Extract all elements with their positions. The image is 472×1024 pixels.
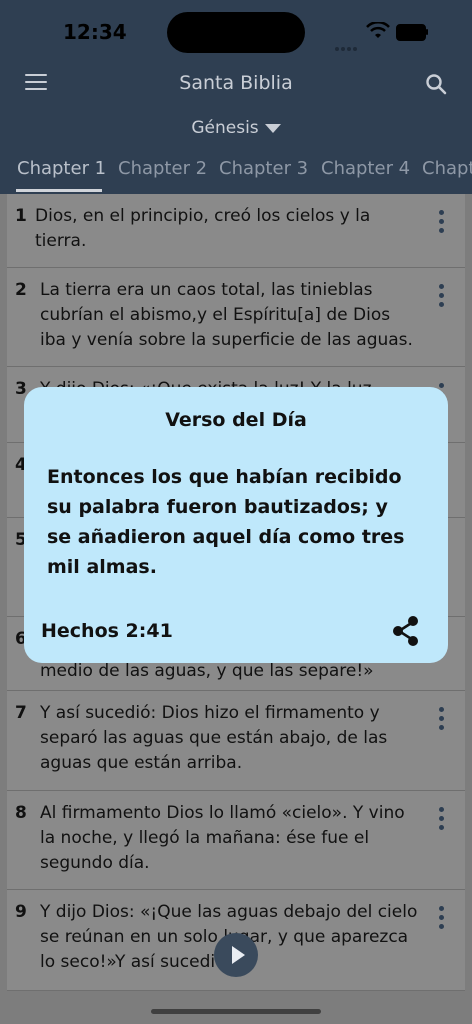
status-time: 12:34	[63, 20, 127, 44]
verse-number: 7	[15, 703, 27, 723]
play-icon	[232, 946, 245, 964]
wifi-icon	[366, 22, 390, 38]
list-item: 2 La tierra era un caos total, las tinie…	[7, 268, 465, 367]
status-bar: 12:34	[0, 0, 472, 64]
tab-chapter-3[interactable]: Chapter 3	[219, 158, 308, 179]
share-icon[interactable]	[391, 615, 421, 647]
verse-text: Al firmamento Dios lo llamó «cielo». Y v…	[40, 803, 405, 873]
more-options-icon[interactable]	[439, 284, 445, 308]
more-options-icon[interactable]	[439, 807, 445, 831]
play-audio-button[interactable]	[214, 933, 258, 977]
book-selector[interactable]: Génesis	[0, 118, 472, 138]
verse-number: 8	[15, 803, 27, 823]
home-indicator[interactable]	[151, 1009, 321, 1014]
verse-text: Dios, en el principio, creó los cielos y…	[35, 206, 371, 251]
more-options-icon[interactable]	[439, 707, 445, 731]
dynamic-island	[167, 12, 305, 53]
verse-number: 1	[15, 206, 27, 226]
cellular-signal-icon	[335, 36, 359, 51]
more-options-icon[interactable]	[439, 906, 445, 930]
popup-title: Verso del Día	[165, 409, 307, 431]
verse-text: Y así sucedió: Dios hizo el firmamento y…	[40, 703, 388, 773]
verse-number: 9	[15, 902, 27, 922]
list-item: 8 Al firmamento Dios lo llamó «cielo». Y…	[7, 791, 465, 890]
tab-chapter-2[interactable]: Chapter 2	[118, 158, 207, 179]
tab-chapter-1[interactable]: Chapter 1	[17, 158, 106, 179]
more-options-icon[interactable]	[439, 210, 445, 234]
popup-reference: Hechos 2:41	[41, 620, 173, 642]
app-bar: Santa Biblia	[0, 64, 472, 108]
search-icon[interactable]	[424, 72, 448, 96]
popup-verse-text: Entonces los que habían recibido su pala…	[47, 466, 405, 578]
active-tab-indicator	[16, 189, 102, 192]
chevron-down-icon	[264, 123, 281, 133]
list-item: 7 Y así sucedió: Dios hizo el firmamento…	[7, 691, 465, 791]
book-selector-label: Génesis	[191, 118, 259, 138]
list-item: 1 Dios, en el principio, creó los cielos…	[7, 194, 465, 268]
verse-number: 2	[15, 280, 27, 300]
tab-chapter-4[interactable]: Chapter 4	[321, 158, 410, 179]
book-chapter-bar: Génesis Chapter 1 Chapter 2 Chapter 3 Ch…	[0, 108, 472, 194]
verse-text: La tierra era un caos total, las tiniebl…	[40, 280, 413, 350]
battery-icon	[396, 24, 429, 41]
app-title: Santa Biblia	[179, 72, 293, 94]
tab-chapter-5[interactable]: Chapt	[422, 158, 472, 179]
verse-of-day-popup: Verso del Día Entonces los que habían re…	[24, 387, 448, 663]
